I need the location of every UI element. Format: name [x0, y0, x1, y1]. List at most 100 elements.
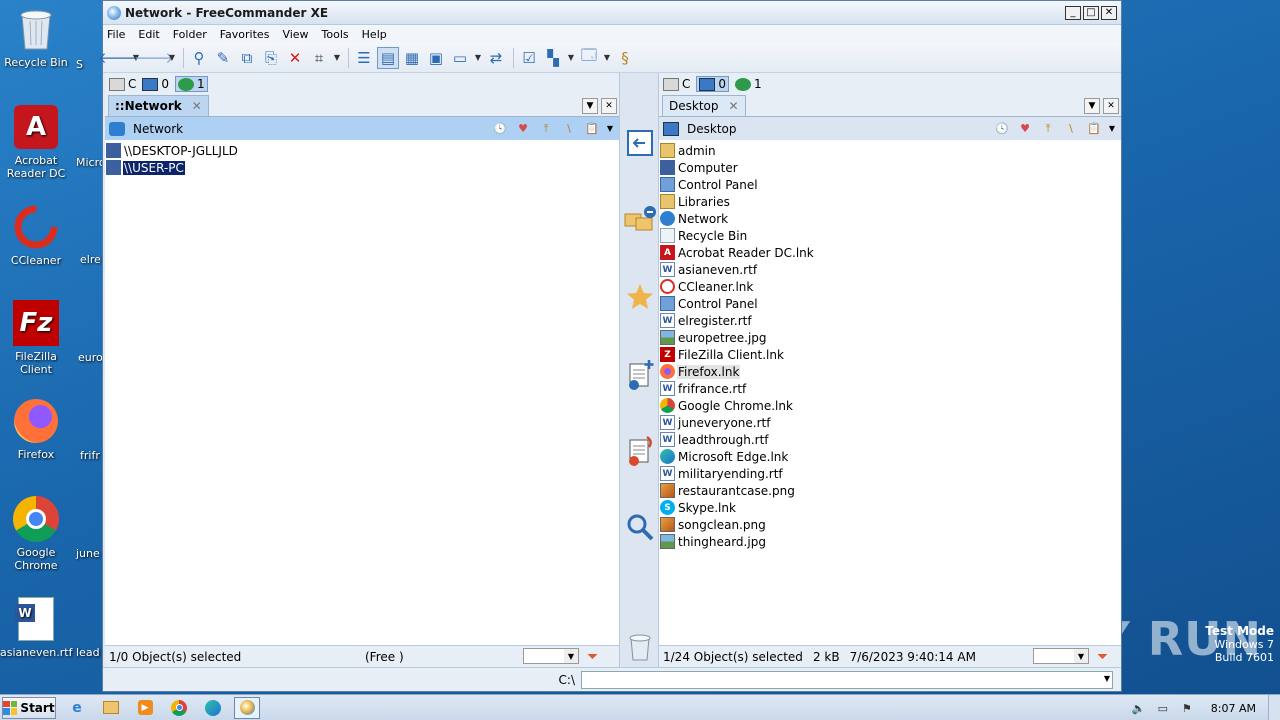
list-item[interactable]: Control Panel [659, 295, 1121, 312]
freecommander-taskbar-icon[interactable] [234, 696, 260, 719]
binoculars-dropdown-icon[interactable]: ▼ [332, 47, 342, 69]
tab-list-dropdown-icon[interactable]: ▼ [582, 98, 598, 114]
desktop-icon-acrobat[interactable]: A Acrobat Reader DC [0, 104, 72, 180]
search-icon[interactable]: ⚲ [188, 47, 210, 69]
list-item[interactable]: europetree.jpg [659, 329, 1121, 346]
edge-icon[interactable] [200, 697, 226, 719]
chevron-down-icon[interactable]: ▼ [1104, 674, 1110, 683]
menu-file[interactable]: File [107, 28, 125, 41]
copy-path-icon[interactable]: 📋 [1085, 121, 1103, 137]
search-icon[interactable] [624, 511, 656, 543]
folder-compare-icon[interactable] [624, 203, 656, 235]
network-tray-icon[interactable]: ▭ [1155, 700, 1171, 716]
root-folder-icon[interactable]: \ [560, 121, 578, 137]
list-item[interactable]: Recycle Bin [659, 227, 1121, 244]
list-item[interactable]: \\DESKTOP-JGLLJLD [105, 142, 619, 159]
drive-1[interactable]: 1 [175, 76, 208, 92]
favorites-folder-icon[interactable]: ♥ [1016, 121, 1034, 137]
command-line-input[interactable]: ▼ [581, 670, 1113, 689]
list-item[interactable]: Control Panel [659, 176, 1121, 193]
start-button[interactable]: Start [2, 696, 56, 719]
history-icon[interactable]: 🕓 [993, 121, 1011, 137]
checklist-icon[interactable]: ☑ [518, 47, 540, 69]
list-item[interactable]: CCleaner.lnk [659, 278, 1121, 295]
tab-list-dropdown-icon[interactable]: ▼ [1084, 98, 1100, 114]
new-file-icon[interactable] [624, 359, 656, 391]
back-icon[interactable]: 🡐 [98, 47, 138, 69]
list-item[interactable]: songclean.png [659, 516, 1121, 533]
menu-tools[interactable]: Tools [322, 28, 349, 41]
tab-network[interactable]: ::Network ✕ [108, 95, 209, 116]
show-desktop-button[interactable] [1268, 695, 1280, 720]
root-folder-icon[interactable]: \ [1062, 121, 1080, 137]
menu-view[interactable]: View [282, 28, 308, 41]
list-item[interactable]: admin [659, 142, 1121, 159]
media-player-icon[interactable]: ▶ [132, 697, 158, 719]
list-item[interactable]: \\USER-PC [105, 159, 619, 176]
file-explorer-icon[interactable] [98, 697, 124, 719]
copy-to-other-panel-icon[interactable] [624, 127, 656, 159]
parent-folder-icon[interactable]: ⤒ [1039, 121, 1057, 137]
binoculars-icon[interactable]: ⌗ [308, 47, 330, 69]
list-item[interactable]: Firefox.lnk [659, 363, 1121, 380]
desktop-icon-ccleaner[interactable]: CCleaner [0, 204, 72, 267]
window-icon[interactable]: 🗔 [578, 46, 600, 69]
desktop-icon-recycle-bin[interactable]: Recycle Bin [0, 6, 72, 69]
list-item[interactable]: Microsoft Edge.lnk [659, 448, 1121, 465]
volume-icon[interactable]: 🔈 [1131, 700, 1147, 716]
move-icon[interactable]: ⎘ [260, 47, 282, 69]
drive-c[interactable]: C [663, 77, 690, 91]
layout-dropdown-icon[interactable]: ▼ [473, 47, 483, 69]
desktop-icon-firefox[interactable]: Firefox [0, 398, 72, 461]
move-file-icon[interactable] [624, 435, 656, 467]
rename-icon[interactable]: ✎ [212, 47, 234, 69]
right-filter-combo[interactable]: ▼ [1033, 648, 1089, 664]
action-center-flag-icon[interactable]: ⚑ [1179, 700, 1195, 716]
menu-edit[interactable]: Edit [138, 28, 159, 41]
close-panel-icon[interactable]: ✕ [1103, 98, 1119, 114]
right-path-bar[interactable]: Desktop 🕓 ♥ ⤒ \ 📋 ▼ [659, 117, 1121, 140]
list-item[interactable]: A Acrobat Reader DC.lnk [659, 244, 1121, 261]
menu-help[interactable]: Help [362, 28, 387, 41]
forward-dropdown-icon[interactable]: ▼ [167, 47, 177, 69]
tree-view-icon[interactable]: ☰ [353, 47, 375, 69]
list-item[interactable]: S Skype.lnk [659, 499, 1121, 516]
history-icon[interactable]: 🕓 [491, 121, 509, 137]
maximize-button[interactable]: □ [1083, 5, 1099, 20]
list-item[interactable]: Google Chrome.lnk [659, 397, 1121, 414]
minimize-button[interactable]: _ [1065, 5, 1081, 20]
desktop-icon-asianeven[interactable]: W asianeven.rtf [0, 596, 72, 659]
delete-icon[interactable]: ✕ [284, 47, 306, 69]
forward-icon[interactable]: 🡒 [134, 47, 174, 69]
list-item[interactable]: Welregister.rtf [659, 312, 1121, 329]
drive-c[interactable]: C [109, 77, 136, 91]
clock[interactable]: 8:07 AM [1211, 702, 1256, 715]
list-item[interactable]: Wjuneveryone.rtf [659, 414, 1121, 431]
list-item[interactable]: Wasianeven.rtf [659, 261, 1121, 278]
list-item[interactable]: Network [659, 210, 1121, 227]
drive-1[interactable]: 1 [735, 77, 762, 91]
close-tab-icon[interactable]: ✕ [729, 99, 739, 113]
filter-icon[interactable]: ⏷ [1097, 649, 1108, 665]
preview-icon[interactable]: ▣ [425, 47, 447, 69]
star-icon[interactable] [624, 281, 656, 313]
drive-0[interactable]: 0 [696, 76, 730, 92]
panels-icon[interactable]: ▚ [542, 47, 564, 69]
close-panel-icon[interactable]: ✕ [601, 98, 617, 114]
desktop-icon-filezilla[interactable]: Fz FileZilla Client [0, 300, 72, 376]
list-item[interactable]: restaurantcase.png [659, 482, 1121, 499]
window-dropdown-icon[interactable]: ▼ [602, 47, 612, 69]
title-bar[interactable]: Network - FreeCommander XE _ □ ✕ [103, 1, 1121, 25]
script-icon[interactable]: § [614, 47, 636, 69]
sync-icon[interactable]: ⇄ [485, 47, 507, 69]
tab-desktop[interactable]: Desktop ✕ [662, 95, 746, 116]
left-path-bar[interactable]: Network 🕓 ♥ ⤒ \ 📋 ▼ [105, 117, 619, 140]
menu-favorites[interactable]: Favorites [220, 28, 270, 41]
list-view-icon[interactable]: ▦ [401, 47, 423, 69]
recycle-bin-icon[interactable] [624, 631, 656, 663]
details-view-icon[interactable]: ▤ [377, 46, 399, 69]
list-item[interactable]: Wleadthrough.rtf [659, 431, 1121, 448]
filter-icon[interactable]: ⏷ [587, 649, 598, 665]
parent-folder-icon[interactable]: ⤒ [537, 121, 555, 137]
list-item[interactable]: Wfrifrance.rtf [659, 380, 1121, 397]
